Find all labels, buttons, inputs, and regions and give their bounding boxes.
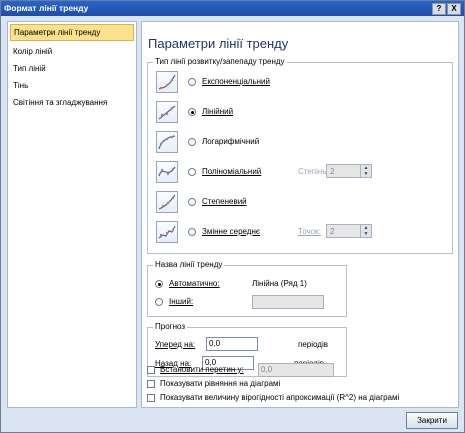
show-r2-checkbox[interactable] bbox=[147, 394, 155, 402]
name-automatic-value: Лінійна (Ряд 1) bbox=[252, 279, 307, 288]
name-custom-radio[interactable] bbox=[155, 298, 163, 306]
period-stepper[interactable]: 2 ▲ ▼ bbox=[326, 224, 372, 238]
title-bar: Формат лінії тренду ? X bbox=[1, 1, 464, 16]
page-title: Параметри лінії тренду bbox=[148, 36, 289, 51]
logarithmic-radio[interactable] bbox=[188, 138, 196, 146]
power-label: Степеневий bbox=[202, 197, 247, 206]
linear-label: Лінійний bbox=[202, 107, 234, 116]
exponential-radio[interactable] bbox=[188, 78, 196, 86]
show-equation-label: Показувати рівняння на діаграмі bbox=[160, 379, 281, 388]
period-label: Точок: bbox=[298, 227, 321, 236]
degree-stepper[interactable]: 2 ▲ ▼ bbox=[326, 164, 372, 178]
polynomial-label: Поліноміальний bbox=[202, 167, 262, 176]
forward-label: Уперед на: bbox=[155, 340, 196, 349]
degree-value: 2 bbox=[330, 167, 335, 176]
category-list: Параметри лінії тренду Колір ліній Тип л… bbox=[7, 21, 137, 408]
show-equation-checkbox[interactable] bbox=[147, 380, 155, 388]
forecast-group-title: Прогноз bbox=[153, 322, 188, 331]
sidebar-item-line-style[interactable]: Тип ліній bbox=[8, 60, 136, 77]
stepper-arrows-icon: ▲ ▼ bbox=[360, 165, 371, 177]
help-button[interactable]: ? bbox=[432, 3, 446, 15]
polynomial-radio[interactable] bbox=[188, 168, 196, 176]
logarithmic-label: Логарифмічний bbox=[202, 137, 260, 146]
set-intercept-label: Встановити перетин у: bbox=[160, 365, 244, 374]
format-trendline-dialog: Формат лінії тренду ? X Параметри лінії … bbox=[0, 0, 465, 433]
sidebar-item-shadow[interactable]: Тінь bbox=[8, 77, 136, 94]
name-custom-label: Інший: bbox=[169, 297, 194, 306]
trend-type-group-title: Тип лінії розвитку/запепаду тренду bbox=[153, 57, 287, 66]
moving-average-radio[interactable] bbox=[188, 228, 196, 236]
moving-average-trend-icon bbox=[156, 221, 178, 243]
degree-label: Степінь: bbox=[298, 167, 329, 176]
close-icon[interactable]: X bbox=[447, 3, 461, 15]
sidebar-item-glow-soft-edges[interactable]: Світіння та згладжування bbox=[8, 94, 136, 111]
stepper-arrows-icon: ▲ ▼ bbox=[360, 225, 371, 237]
forward-unit: періодів bbox=[298, 340, 328, 349]
exponential-label: Експоненціальний bbox=[202, 77, 270, 86]
dialog-title: Формат лінії тренду bbox=[4, 3, 89, 13]
options-panel: Параметри лінії тренду Тип лінії розвитк… bbox=[141, 21, 459, 408]
intercept-input[interactable]: 0,0 bbox=[258, 363, 334, 377]
name-automatic-label: Автоматично: bbox=[169, 279, 220, 288]
trendline-name-group-title: Назва лінії тренду bbox=[153, 260, 225, 269]
moving-average-label: Змінне середнє bbox=[202, 227, 260, 236]
sidebar-item-line-color[interactable]: Колір ліній bbox=[8, 43, 136, 60]
show-r2-label: Показувати величину вірогідності апрокси… bbox=[160, 393, 400, 402]
name-automatic-radio[interactable] bbox=[155, 280, 163, 288]
close-button[interactable]: Закрити bbox=[406, 412, 458, 429]
trend-type-group: Тип лінії розвитку/запепаду тренду Експо… bbox=[147, 57, 453, 254]
name-custom-input[interactable] bbox=[252, 295, 324, 309]
linear-radio[interactable] bbox=[188, 108, 196, 116]
trend-option-moving-average: Змінне середнє Точок: 2 ▲ ▼ bbox=[148, 219, 448, 245]
period-value: 2 bbox=[330, 227, 335, 236]
sidebar-item-trendline-options[interactable]: Параметри лінії тренду bbox=[10, 24, 134, 41]
linear-trend-icon bbox=[156, 101, 178, 123]
polynomial-trend-icon bbox=[156, 161, 178, 183]
logarithmic-trend-icon bbox=[156, 131, 178, 153]
power-radio[interactable] bbox=[188, 198, 196, 206]
forward-input[interactable]: 0,0 bbox=[206, 337, 258, 351]
power-trend-icon bbox=[156, 191, 178, 213]
trend-option-polynomial: Поліноміальний Степінь: 2 ▲ ▼ bbox=[148, 159, 448, 185]
set-intercept-checkbox[interactable] bbox=[147, 366, 155, 374]
exponential-trend-icon bbox=[156, 71, 178, 93]
trendline-name-group: Назва лінії тренду Автоматично: Лінійна … bbox=[147, 260, 347, 317]
